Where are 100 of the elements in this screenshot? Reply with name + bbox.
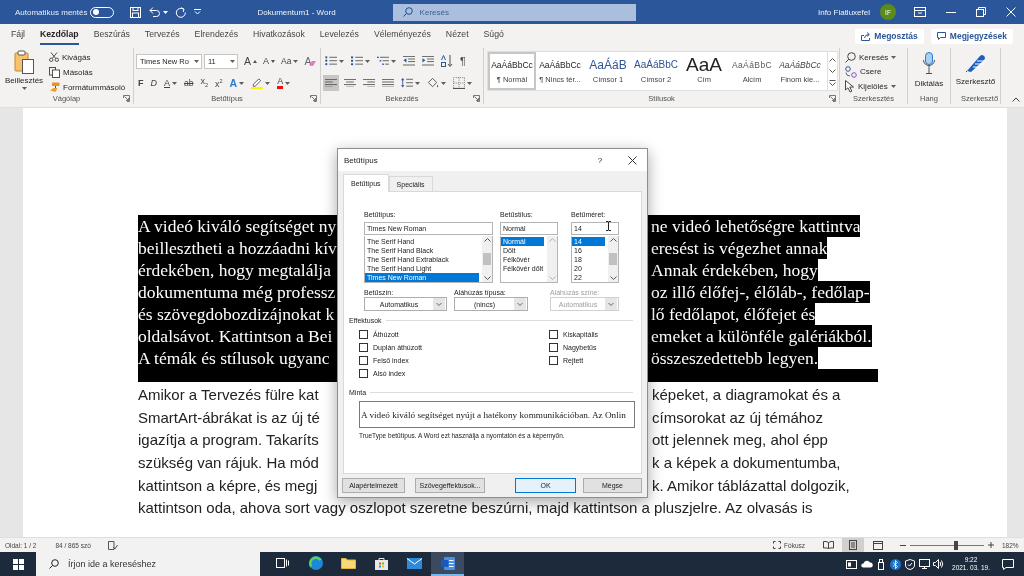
chevron-up-icon[interactable] [483, 238, 491, 242]
paste-button[interactable]: Beillesztés [2, 48, 46, 93]
subscript-button[interactable]: x$_{2}$ [198, 75, 211, 91]
ribbon-tab[interactable]: Véleményezés [373, 25, 431, 45]
highlight-button[interactable] [249, 75, 273, 91]
font-color-button[interactable]: A [275, 75, 293, 91]
checkbox[interactable] [549, 356, 558, 365]
dialog-launcher-icon[interactable] [829, 95, 836, 102]
bluetooth-icon[interactable] [889, 558, 901, 570]
chevron-up-icon[interactable] [829, 57, 836, 62]
checkbox[interactable] [359, 369, 368, 378]
chevron-down-icon[interactable] [829, 69, 836, 73]
change-case-button[interactable]: Aa [279, 53, 301, 69]
caret-icon[interactable] [163, 10, 169, 14]
decrease-indent-button[interactable] [401, 53, 417, 69]
align-right-icon [363, 78, 375, 88]
strikethrough-button[interactable]: ab [182, 75, 196, 91]
scissors-icon [49, 52, 59, 62]
scrollbar-track[interactable] [608, 236, 618, 282]
increase-indent-icon [422, 56, 434, 66]
clipboard-icon [14, 50, 34, 74]
share-icon [861, 31, 871, 41]
chevron-down-icon[interactable] [483, 276, 491, 280]
increase-indent-button[interactable] [420, 53, 436, 69]
checkbox[interactable] [359, 343, 368, 352]
app-window-icon[interactable] [846, 559, 858, 569]
dictate-button[interactable]: Diktálás [908, 48, 950, 93]
more-icon[interactable] [829, 79, 836, 86]
shield-icon[interactable] [904, 558, 915, 570]
save-icon[interactable] [130, 6, 142, 18]
share-button[interactable]: Megosztás [855, 28, 924, 44]
ribbon-tab[interactable]: Kezdőlap [40, 25, 79, 45]
italic-button[interactable]: D [148, 75, 159, 91]
ribbon-tab[interactable]: Súgó [483, 25, 504, 45]
dialog-launcher-icon[interactable] [123, 95, 130, 102]
ribbon-tab[interactable]: Elrendezés [194, 25, 239, 45]
collapse-ribbon-icon[interactable] [1012, 97, 1020, 102]
select-button[interactable]: Kijelölés [845, 80, 907, 93]
copy-button[interactable]: Másolás [49, 66, 126, 78]
replace-icon [845, 65, 857, 78]
multilevel-list-icon [377, 56, 389, 66]
comments-button[interactable]: Megjegyzések [930, 28, 1013, 44]
undo-icon[interactable] [149, 7, 162, 17]
scrollbar-track[interactable] [482, 236, 492, 282]
grow-font-button[interactable]: A [242, 53, 259, 69]
help-button[interactable]: ? [592, 152, 608, 168]
decrease-indent-icon [403, 56, 415, 66]
scrollbar-thumb[interactable] [483, 253, 491, 265]
ribbon-display-icon[interactable] [914, 7, 926, 17]
sort-button[interactable] [439, 53, 455, 69]
checkbox[interactable] [359, 330, 368, 339]
checkbox[interactable] [549, 343, 558, 352]
borders-button[interactable] [451, 75, 474, 91]
search-field[interactable]: Keresés [392, 3, 636, 21]
zoom-slider[interactable] [910, 540, 984, 550]
underline-button[interactable]: A [162, 75, 179, 91]
zoom-in-icon[interactable] [988, 542, 994, 548]
ribbon-tab[interactable]: Beszúrás [93, 25, 130, 45]
replace-button[interactable]: Csere [845, 65, 907, 78]
usb-drive-icon[interactable] [877, 558, 884, 570]
ribbon-tab[interactable]: Tervezés [144, 25, 180, 45]
show-marks-button[interactable]: ¶ [458, 53, 468, 69]
dialog-launcher-icon[interactable] [310, 95, 317, 102]
redo-icon[interactable] [175, 6, 187, 18]
find-button[interactable]: Keresés [845, 51, 907, 64]
shrink-font-button[interactable]: A [261, 53, 278, 69]
bold-button[interactable]: F [136, 75, 146, 91]
checkbox[interactable] [549, 330, 558, 339]
superscript-button[interactable]: x$^{2}$ [213, 75, 225, 91]
chevron-up-icon[interactable] [609, 238, 617, 242]
customize-icon[interactable] [194, 9, 202, 15]
editor-button[interactable]: Szerkesztő [951, 48, 1000, 93]
dialog-launcher-icon[interactable] [473, 95, 480, 102]
restore-icon[interactable] [976, 7, 986, 17]
ribbon-tab[interactable]: Nézet [445, 25, 469, 45]
caret-icon [230, 59, 235, 63]
proofing-icon[interactable] [107, 540, 118, 550]
format-painter-button[interactable]: Formátummásoló [49, 81, 126, 93]
checkbox[interactable] [359, 356, 368, 365]
zoom-slider-thumb[interactable] [953, 540, 958, 550]
chevron-down-icon[interactable] [609, 276, 617, 280]
ribbon-tab[interactable]: Fájl [11, 25, 25, 45]
scrollbar-thumb[interactable] [609, 253, 617, 265]
align-left-button[interactable] [323, 75, 339, 91]
browser-icon [308, 556, 323, 570]
ribbon-tab[interactable]: Hivatkozások [253, 25, 305, 45]
taskbar-search-field[interactable]: Írjon ide a kereséshez [36, 552, 260, 576]
ribbon-tab[interactable]: Levelezés [319, 25, 359, 45]
text-line: k. Amikor táblázattal dolgozik, [652, 475, 850, 496]
task-view-icon [276, 558, 289, 568]
monitor-icon[interactable] [918, 559, 930, 569]
shading-button[interactable] [425, 75, 448, 91]
print-layout-button[interactable] [842, 538, 864, 552]
minimize-icon[interactable] [946, 11, 956, 13]
cloud-icon[interactable] [859, 560, 873, 568]
cut-button[interactable]: Kivágás [49, 51, 126, 63]
speaker-icon[interactable] [933, 559, 945, 569]
close-icon[interactable] [1006, 7, 1016, 17]
text-effects-button[interactable]: A [227, 75, 247, 91]
notification-icon[interactable] [1002, 558, 1014, 570]
